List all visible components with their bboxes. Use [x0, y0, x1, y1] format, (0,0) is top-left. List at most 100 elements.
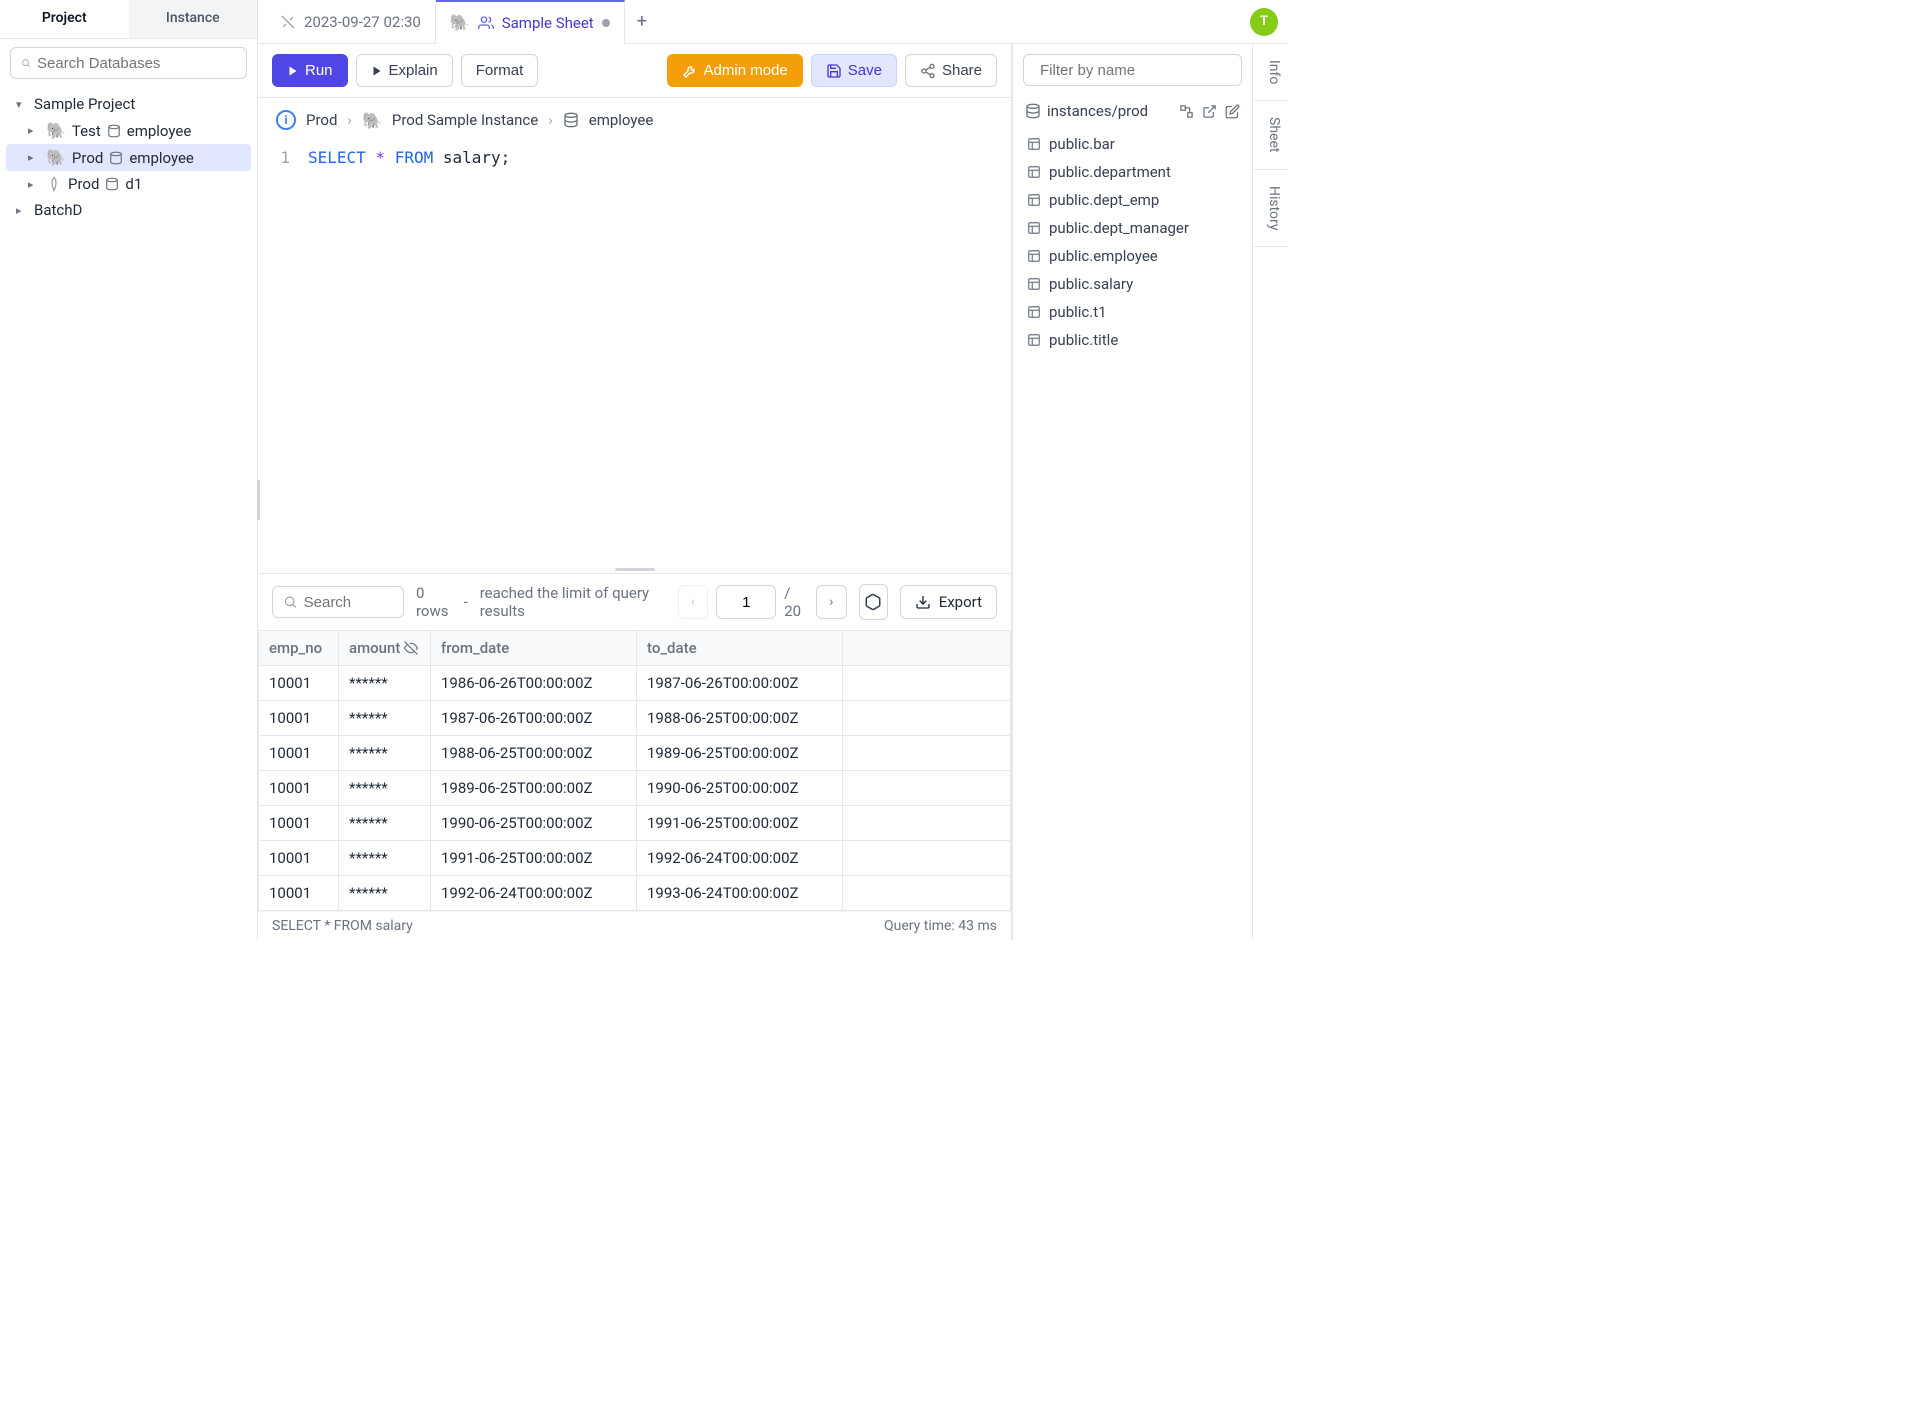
- tree-batchd[interactable]: ▸ BatchD: [6, 197, 251, 223]
- cell-blank: [843, 736, 1011, 771]
- project-label: Sample Project: [34, 95, 135, 113]
- table-item[interactable]: public.department: [1021, 158, 1244, 186]
- export-button[interactable]: Export: [900, 585, 997, 619]
- cell-to-date: 1993-06-24T00:00:00Z: [637, 876, 843, 911]
- table-item[interactable]: public.t1: [1021, 298, 1244, 326]
- share-button[interactable]: Share: [905, 54, 997, 87]
- avatar[interactable]: T: [1250, 8, 1278, 36]
- schema-filter-input[interactable]: [1040, 62, 1239, 79]
- crumb-env[interactable]: Prod: [306, 111, 337, 129]
- run-button[interactable]: Run: [272, 54, 348, 87]
- search-icon: [283, 593, 298, 611]
- cell-blank: [843, 806, 1011, 841]
- table-row[interactable]: 10001******1990-06-25T00:00:00Z1991-06-2…: [259, 806, 1011, 841]
- sidebar-tab-instance[interactable]: Instance: [129, 0, 258, 38]
- cell-amount: ******: [339, 806, 431, 841]
- tab-label: Sample Sheet: [502, 14, 594, 32]
- table-row[interactable]: 10001******1989-06-25T00:00:00Z1990-06-2…: [259, 771, 1011, 806]
- admin-mode-button[interactable]: Admin mode: [667, 54, 803, 87]
- prev-page-button[interactable]: ‹: [678, 585, 709, 619]
- tree-env-label: Test: [72, 122, 101, 140]
- next-page-button[interactable]: ›: [816, 585, 847, 619]
- table-item[interactable]: public.salary: [1021, 270, 1244, 298]
- table-name: public.title: [1049, 331, 1118, 349]
- chevron-right-icon: ›: [548, 111, 553, 129]
- tree-item[interactable]: ▸🐘Prodemployee: [6, 144, 251, 171]
- sidebar-search[interactable]: [10, 47, 247, 79]
- table-icon: [1027, 333, 1041, 347]
- table-row[interactable]: 10001******1987-06-26T00:00:00Z1988-06-2…: [259, 701, 1011, 736]
- search-icon: [21, 54, 31, 72]
- database-tree: ▾ Sample Project ▸🐘Testemployee▸🐘Prodemp…: [0, 87, 257, 227]
- table-icon: [1027, 277, 1041, 291]
- column-header-to-date[interactable]: to_date: [637, 631, 843, 666]
- edit-icon[interactable]: [1225, 104, 1240, 119]
- info-icon[interactable]: i: [276, 110, 296, 130]
- save-button[interactable]: Save: [811, 54, 897, 87]
- run-label: Run: [305, 62, 333, 79]
- sidebar-tab-project[interactable]: Project: [0, 0, 129, 38]
- column-header-amount[interactable]: Sensitive Data amount: [339, 631, 431, 666]
- horizontal-resize-handle[interactable]: [258, 565, 1011, 573]
- schema-filter[interactable]: [1023, 54, 1242, 86]
- visualize-button[interactable]: [859, 584, 888, 620]
- tree-db-label: d1: [125, 175, 142, 193]
- results-search-input[interactable]: [304, 594, 393, 611]
- cell-from-date: 1992-06-24T00:00:00Z: [431, 876, 637, 911]
- table-item[interactable]: public.title: [1021, 326, 1244, 354]
- cell-blank: [843, 841, 1011, 876]
- tree-project[interactable]: ▾ Sample Project: [6, 91, 251, 117]
- play-icon: [287, 65, 299, 77]
- editor-tab[interactable]: 🐘 Sample Sheet: [436, 0, 625, 44]
- status-query: SELECT * FROM salary: [272, 918, 413, 934]
- cube-icon: [864, 593, 882, 611]
- crumb-db[interactable]: employee: [589, 111, 654, 129]
- main: 2023-09-27 02:30 🐘 Sample Sheet + T Run Ex…: [258, 0, 1288, 940]
- people-icon: [478, 15, 494, 31]
- add-tab-button[interactable]: +: [625, 3, 659, 40]
- format-button[interactable]: Format: [461, 54, 539, 87]
- instance-header: instances/prod: [1013, 96, 1252, 126]
- page-input[interactable]: [716, 585, 776, 619]
- explain-button[interactable]: Explain: [356, 54, 453, 87]
- database-icon: [1025, 103, 1041, 119]
- cell-emp-no: 10001: [259, 876, 339, 911]
- tree-item[interactable]: ▸Prodd1: [6, 171, 251, 197]
- crumb-instance[interactable]: Prod Sample Instance: [392, 111, 538, 129]
- postgres-icon: 🐘: [450, 13, 470, 32]
- sql-editor[interactable]: 1 SELECT * FROM salary;: [258, 142, 1011, 202]
- results-search[interactable]: [272, 586, 404, 618]
- external-link-icon[interactable]: [1202, 104, 1217, 119]
- cell-to-date: 1992-06-24T00:00:00Z: [637, 841, 843, 876]
- rail-history[interactable]: History: [1253, 170, 1288, 248]
- pager: ‹ / 20 ›: [678, 584, 847, 620]
- explain-label: Explain: [389, 62, 438, 79]
- rail-info[interactable]: Info: [1253, 44, 1288, 101]
- table-row[interactable]: 10001******1992-06-24T00:00:00Z1993-06-2…: [259, 876, 1011, 911]
- column-header-emp-no[interactable]: emp_no: [259, 631, 339, 666]
- caret-right-icon: ▸: [28, 151, 40, 164]
- table-row[interactable]: 10001******1991-06-25T00:00:00Z1992-06-2…: [259, 841, 1011, 876]
- export-label: Export: [939, 593, 982, 611]
- table-item[interactable]: public.dept_emp: [1021, 186, 1244, 214]
- table-row[interactable]: 10001******1988-06-25T00:00:00Z1989-06-2…: [259, 736, 1011, 771]
- sidebar-search-input[interactable]: [37, 55, 236, 72]
- rows-count: 0 rows: [416, 584, 452, 620]
- sync-icon[interactable]: [1179, 104, 1194, 119]
- table-item[interactable]: public.bar: [1021, 130, 1244, 158]
- instance-name: instances/prod: [1047, 102, 1148, 120]
- table-icon: [1027, 165, 1041, 179]
- table-row[interactable]: 10001******1986-06-26T00:00:00Z1987-06-2…: [259, 666, 1011, 701]
- cell-blank: [843, 771, 1011, 806]
- limit-text: reached the limit of query results: [480, 584, 654, 620]
- cell-to-date: 1988-06-25T00:00:00Z: [637, 701, 843, 736]
- table-item[interactable]: public.employee: [1021, 242, 1244, 270]
- status-time: Query time: 43 ms: [884, 918, 997, 934]
- sep-text: -: [464, 593, 468, 611]
- column-header-from-date[interactable]: from_date: [431, 631, 637, 666]
- rail-sheet[interactable]: Sheet: [1253, 101, 1288, 169]
- tab-label: 2023-09-27 02:30: [304, 13, 421, 31]
- editor-tab[interactable]: 2023-09-27 02:30: [266, 0, 436, 44]
- tree-item[interactable]: ▸🐘Testemployee: [6, 117, 251, 144]
- table-item[interactable]: public.dept_manager: [1021, 214, 1244, 242]
